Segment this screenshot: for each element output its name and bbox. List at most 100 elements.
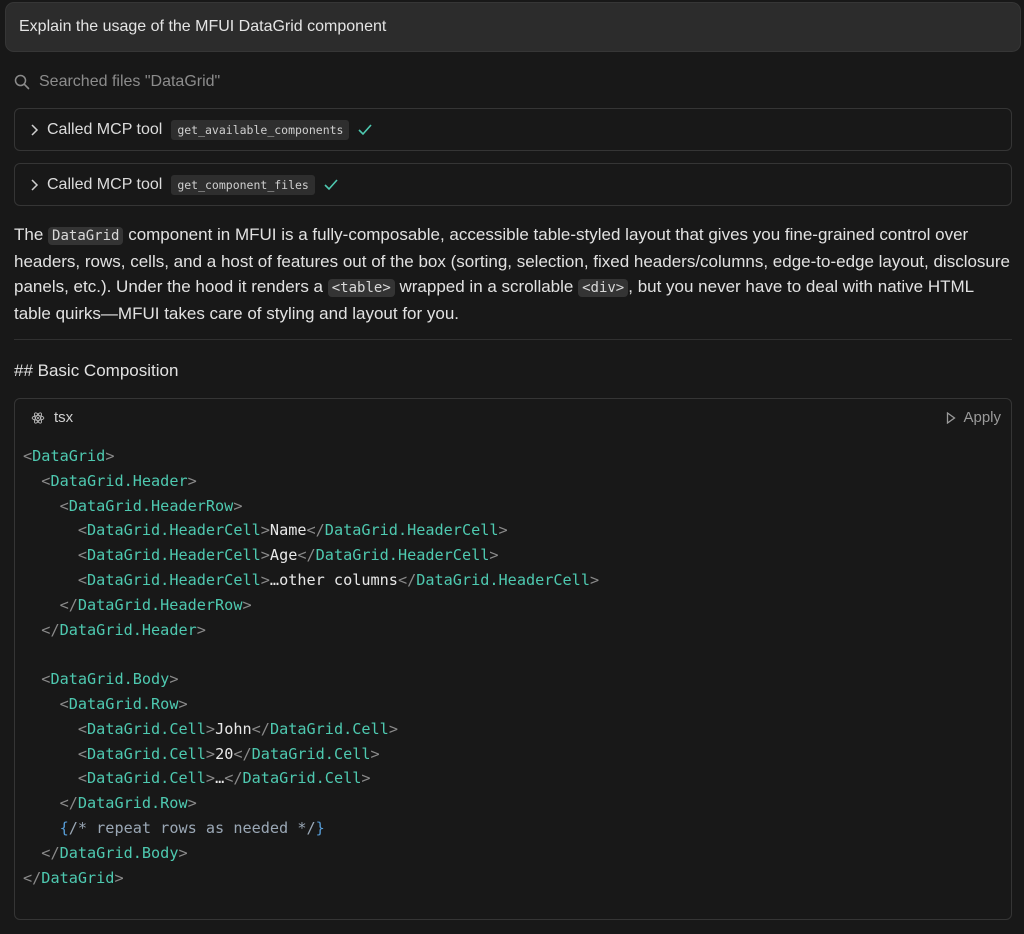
tool-call-label: Called MCP tool (47, 120, 163, 138)
code-token: > (260, 521, 270, 540)
code-token: > (114, 868, 124, 887)
code-token: > (205, 719, 216, 738)
code-language-label: tsx (31, 409, 73, 426)
code-token: DataGrid.HeaderCell (324, 521, 499, 540)
code-token: < (59, 694, 69, 713)
code-token: > (589, 570, 600, 589)
code-token: DataGrid.HeaderCell (416, 570, 590, 589)
code-token: < (77, 570, 88, 589)
code-token: < (77, 521, 88, 540)
code-token: DataGrid.Row (68, 694, 179, 713)
code-token: < (23, 447, 33, 465)
code-token: DataGrid.Row (77, 794, 188, 813)
code-token: </ (59, 595, 78, 614)
code-line: <DataGrid.Cell>…</DataGrid.Cell> (23, 766, 599, 791)
code-token: > (187, 471, 197, 490)
code-token: 20 (215, 744, 234, 763)
code-line: </DataGrid.Row> (23, 791, 599, 816)
code-token: DataGrid.Cell (269, 719, 389, 738)
code-token: { (59, 818, 69, 837)
apply-label: Apply (963, 409, 1001, 426)
code-line: <DataGrid.Body> (23, 667, 599, 692)
code-token: DataGrid.HeaderCell (87, 570, 261, 589)
tool-name-badge: get_component_files (171, 174, 315, 195)
code-token: > (498, 521, 508, 540)
code-token: DataGrid.HeaderCell (315, 546, 490, 565)
code-token: DataGrid (41, 868, 115, 887)
code-token: John (215, 719, 252, 738)
code-token: Name (269, 521, 307, 540)
code-token: DataGrid.HeaderRow (77, 595, 243, 614)
code-token: DataGrid.Cell (87, 769, 206, 788)
user-query-text: Explain the usage of the MFUI DataGrid c… (19, 18, 387, 35)
code-token: > (489, 546, 499, 565)
chevron-right-icon[interactable] (28, 123, 42, 137)
code-line: <DataGrid.Row> (23, 692, 599, 717)
code-content: <DataGrid> <DataGrid.Header> <DataGrid.H… (23, 444, 599, 890)
section-divider (14, 339, 1012, 340)
code-token: < (77, 546, 88, 565)
code-line: <DataGrid> (23, 444, 599, 469)
code-token: > (205, 769, 216, 788)
code-token: < (77, 719, 88, 738)
search-result-line[interactable]: Searched files "DataGrid" (14, 72, 220, 92)
code-token: DataGrid.HeaderCell (87, 546, 261, 565)
user-query-bubble[interactable]: Explain the usage of the MFUI DataGrid c… (5, 2, 1021, 52)
code-token: DataGrid.Cell (251, 744, 371, 763)
code-block: tsx Apply <DataGrid> <DataGrid.Header> <… (14, 398, 1012, 920)
code-token: > (233, 496, 243, 515)
paragraph-text: The (14, 225, 49, 244)
code-token: DataGrid.Body (59, 843, 179, 862)
code-line: <DataGrid.Cell>20</DataGrid.Cell> (23, 742, 599, 767)
code-token: DataGrid.Cell (87, 744, 206, 763)
code-token: > (196, 620, 206, 639)
tool-name-badge: get_available_components (171, 119, 350, 140)
check-icon (358, 123, 373, 136)
chevron-right-icon[interactable] (28, 178, 42, 192)
code-line: <DataGrid.Cell>John</DataGrid.Cell> (23, 717, 599, 742)
code-token: </ (397, 570, 417, 589)
code-line: <DataGrid.HeaderRow> (23, 494, 599, 519)
code-token: < (77, 744, 88, 763)
code-token: > (260, 570, 270, 589)
code-token: </ (23, 868, 42, 887)
code-token: </ (251, 719, 270, 738)
inline-code: <table> (327, 279, 395, 297)
code-token: … (215, 769, 225, 788)
code-line: {/* repeat rows as needed */} (23, 816, 599, 841)
code-line: </DataGrid.Body> (23, 841, 599, 866)
tool-call-get-component-files[interactable]: Called MCP tool get_component_files (14, 163, 1012, 206)
code-token: DataGrid.Cell (242, 769, 362, 788)
code-line: </DataGrid.Header> (23, 618, 599, 643)
code-token: Age (269, 546, 298, 565)
code-token: </ (306, 521, 325, 540)
code-token: …other columns (269, 570, 398, 589)
code-line: <DataGrid.HeaderCell>…other columns</Dat… (23, 568, 599, 593)
code-token: </ (41, 620, 60, 639)
react-icon (31, 411, 45, 424)
code-token: DataGrid.Body (50, 670, 170, 689)
section-heading: ## Basic Composition (14, 361, 179, 380)
inline-code: <div> (578, 279, 629, 297)
tool-call-get-available-components[interactable]: Called MCP tool get_available_components (14, 108, 1012, 151)
code-token: DataGrid.Header (50, 471, 188, 490)
apply-button[interactable]: Apply (946, 409, 1001, 426)
code-token: > (361, 769, 371, 788)
inline-code: DataGrid (48, 227, 124, 245)
code-token: </ (41, 843, 60, 862)
paragraph-text: wrapped in a scrollable (394, 277, 579, 296)
code-token: DataGrid.HeaderRow (68, 496, 234, 515)
code-language: tsx (54, 409, 74, 426)
code-token: DataGrid (32, 447, 106, 465)
